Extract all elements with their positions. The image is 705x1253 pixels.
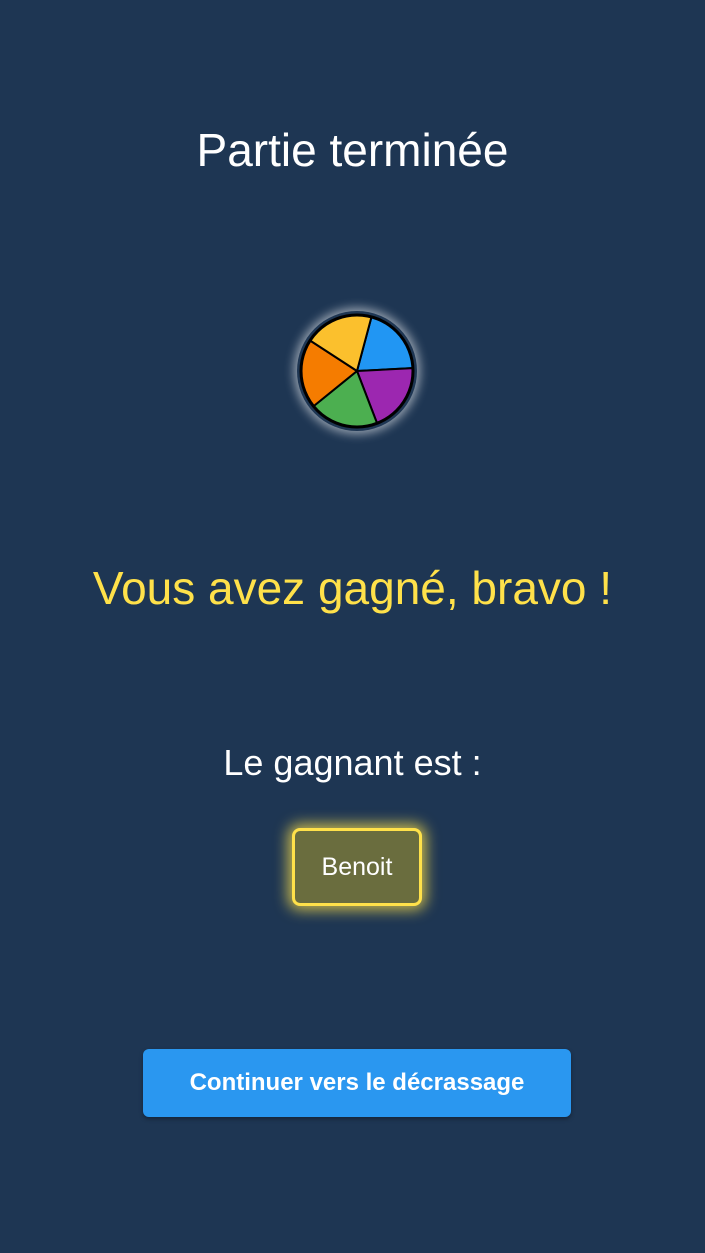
pie-wheel-icon [297,311,417,431]
winner-label: Le gagnant est : [223,742,482,783]
page-title: Partie terminée [196,124,509,176]
pie-wheel-svg [299,313,415,429]
winner-name: Benoit [321,852,393,881]
continue-button[interactable]: Continuer vers le décrassage [143,1049,571,1117]
win-message: Vous avez gagné, bravo ! [92,562,613,614]
game-over-screen: Partie terminée Vous avez gagné, bravo !… [0,0,705,1253]
winner-name-badge: Benoit [292,828,422,906]
